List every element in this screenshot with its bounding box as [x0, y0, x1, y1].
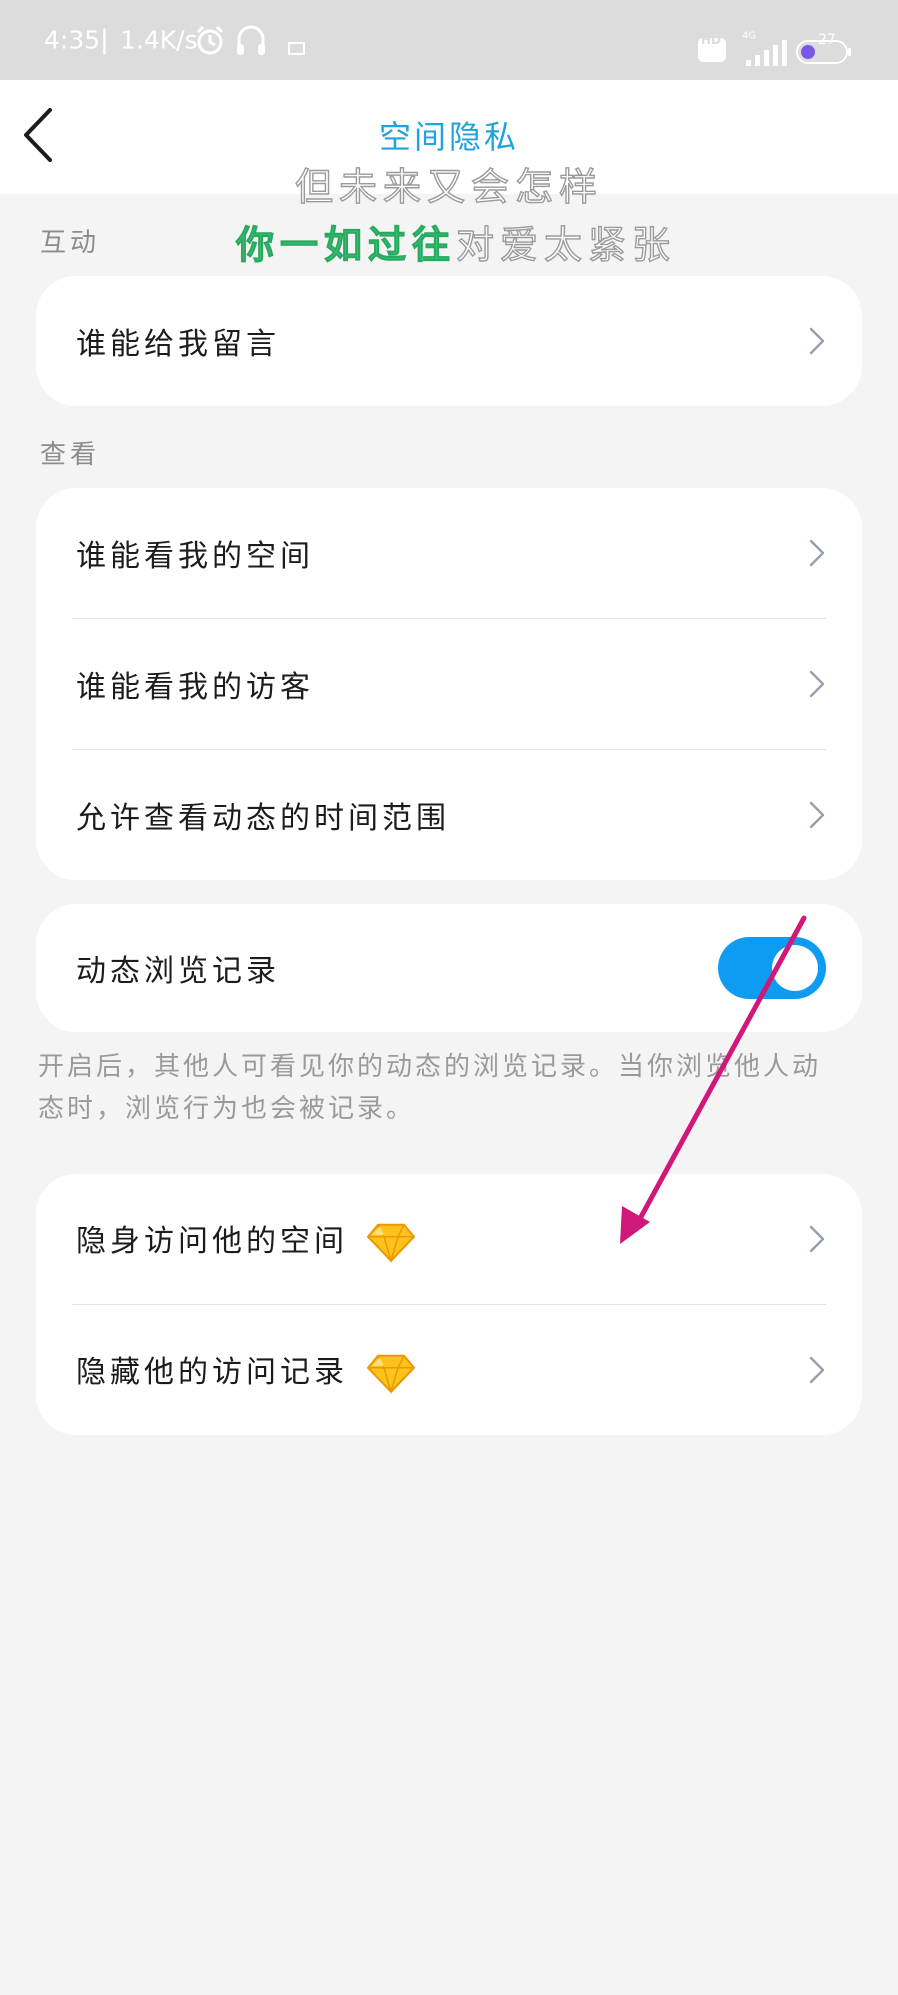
card-view: 谁能看我的空间 谁能看我的访客 允许查看动态的时间范围 — [36, 488, 862, 880]
row-label: 动态浏览记录 — [76, 954, 280, 989]
lyric-highlight: 你一如过往 — [235, 223, 457, 268]
battery-level: 27 — [818, 32, 836, 48]
card-vip: 隐身访问他的空间 隐藏他的访问记录 — [36, 1174, 862, 1435]
status-time: 4:35 — [44, 25, 101, 55]
browse-record-note: 开启后，其他人可看见你的动态的浏览记录。当你浏览他人动态时，浏览行为也会被记录。 — [38, 1052, 822, 1124]
section-label-view: 查看 — [40, 440, 101, 470]
status-separator: | — [100, 25, 109, 55]
chevron-right-icon — [809, 1356, 825, 1384]
lyric-line-2: 你一如过往对爱太紧张 — [235, 214, 677, 269]
chevron-right-icon — [809, 1225, 825, 1253]
row-label: 隐藏他的访问记录 — [76, 1354, 348, 1390]
card-browse-record: 动态浏览记录 — [36, 904, 862, 1032]
row-who-can-message[interactable]: 谁能给我留言 — [36, 276, 862, 406]
notification-icon — [288, 42, 305, 55]
hd-badge: HD — [701, 33, 722, 47]
status-bar: 4:35 | 1.4K/s HD 4G 27 — [0, 0, 898, 80]
toggle-knob — [772, 945, 818, 991]
lyric-rest: 对爱太紧张 — [455, 222, 677, 267]
headset-icon — [237, 25, 265, 55]
row-feed-time-range[interactable]: 允许查看动态的时间范围 — [36, 750, 862, 880]
chevron-right-icon — [809, 801, 825, 829]
row-invisible-visit[interactable]: 隐身访问他的空间 — [36, 1174, 862, 1304]
chevron-right-icon — [809, 670, 825, 698]
diamond-icon — [367, 1354, 415, 1394]
browse-record-toggle[interactable] — [718, 937, 826, 999]
row-label: 谁能看我的访客 — [76, 670, 314, 705]
card-interaction: 谁能给我留言 — [36, 276, 862, 406]
signal-icon — [746, 40, 787, 66]
section-label-interaction: 互动 — [40, 228, 101, 258]
row-label-wrap: 隐身访问他的空间 — [76, 1216, 416, 1263]
network-speed: 1.4K/s — [120, 25, 198, 55]
row-who-can-see-visitors[interactable]: 谁能看我的访客 — [36, 619, 862, 749]
chevron-right-icon — [809, 539, 825, 567]
alarm-icon — [196, 25, 224, 55]
chevron-right-icon — [809, 327, 825, 355]
row-label: 谁能给我留言 — [76, 327, 280, 362]
row-label: 允许查看动态的时间范围 — [76, 801, 450, 836]
page-title: 空间隐私 — [378, 118, 519, 156]
row-hide-visit-record[interactable]: 隐藏他的访问记录 — [36, 1305, 862, 1435]
diamond-icon — [367, 1223, 415, 1263]
row-label: 谁能看我的空间 — [76, 539, 314, 574]
row-browse-record: 动态浏览记录 — [36, 904, 862, 1032]
row-who-can-see-space[interactable]: 谁能看我的空间 — [36, 488, 862, 618]
row-label: 隐身访问他的空间 — [76, 1223, 348, 1259]
lyric-line-1: 但未来又会怎样 — [294, 164, 603, 209]
row-label-wrap: 隐藏他的访问记录 — [76, 1347, 416, 1394]
